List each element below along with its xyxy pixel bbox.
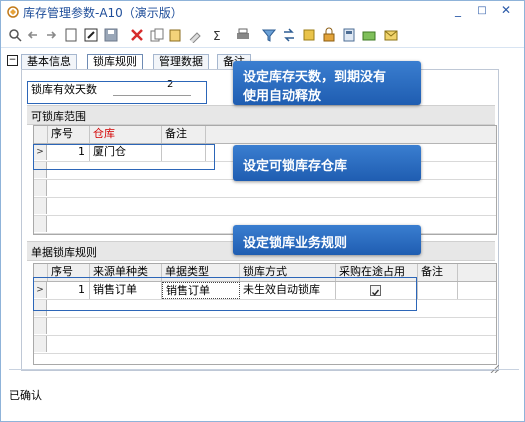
- callout-warehouse-text: 设定可锁库存仓库: [243, 159, 348, 174]
- tab-basic-info[interactable]: 基本信息: [21, 54, 77, 69]
- row-marker: [34, 216, 47, 232]
- title-bar: 库存管理参数-A10（演示版） _ □ ✕: [1, 1, 524, 23]
- range-empty-row[interactable]: [34, 198, 496, 216]
- minimize-icon[interactable]: _: [449, 3, 467, 19]
- callout-rules-text: 设定锁库业务规则: [243, 236, 348, 251]
- rule-empty-row[interactable]: [34, 336, 496, 354]
- app-icon: [7, 6, 19, 18]
- callout-lock-days: 设定库存天数，到期没有 使用自动释放: [233, 61, 421, 105]
- col-remark[interactable]: 备注: [418, 264, 458, 281]
- row-marker: [34, 336, 47, 352]
- window-title: 库存管理参数-A10（演示版）: [23, 6, 183, 20]
- rule-empty-row[interactable]: [34, 318, 496, 336]
- print-icon[interactable]: [235, 27, 251, 43]
- row-marker: [34, 198, 47, 214]
- range-grid-header: 序号 仓库 备注: [34, 126, 496, 144]
- edit-icon[interactable]: [83, 27, 99, 43]
- toolbar: Σ: [1, 23, 524, 48]
- status-divider: [9, 369, 519, 370]
- forward-icon[interactable]: [43, 27, 59, 43]
- col-no[interactable]: 序号: [48, 126, 90, 143]
- grid-corner: [34, 126, 48, 143]
- range-empty-row[interactable]: [34, 180, 496, 198]
- clear-icon[interactable]: [187, 27, 203, 43]
- row-marker: [34, 180, 47, 196]
- callout-lock-days-line2: 使用自动释放: [243, 89, 322, 104]
- callout-rules: 设定锁库业务规则: [233, 225, 421, 255]
- lock-icon[interactable]: [321, 27, 337, 43]
- rule-row-remark[interactable]: [418, 282, 458, 299]
- maximize-icon[interactable]: □: [473, 5, 491, 21]
- range-section-title: 可锁库范围: [31, 110, 86, 123]
- range-highlight: [33, 144, 215, 170]
- rule-highlight: [33, 277, 417, 311]
- close-icon[interactable]: ✕: [497, 3, 515, 19]
- sort-icon[interactable]: Σ: [211, 27, 227, 43]
- lock-days-highlight: [27, 81, 207, 104]
- row-marker: [34, 318, 47, 334]
- col-remark[interactable]: 备注: [162, 126, 206, 143]
- svg-text:Σ: Σ: [213, 29, 221, 43]
- delete-icon[interactable]: [129, 27, 145, 43]
- collapse-icon[interactable]: −: [7, 55, 18, 66]
- rule-section-title: 单据锁库规则: [31, 246, 97, 259]
- range-section-header: 可锁库范围: [27, 105, 495, 125]
- export-icon[interactable]: [301, 27, 317, 43]
- preview-icon[interactable]: [7, 27, 23, 43]
- back-icon[interactable]: [25, 27, 41, 43]
- folder-icon[interactable]: [361, 27, 377, 43]
- save-icon[interactable]: [103, 27, 119, 43]
- app-window: 库存管理参数-A10（演示版） _ □ ✕ Σ − 基本信息 锁库规则 管理数据…: [0, 0, 525, 422]
- tab-lock-rules[interactable]: 锁库规则: [87, 54, 143, 69]
- calc-icon[interactable]: [341, 27, 357, 43]
- col-warehouse[interactable]: 仓库: [90, 126, 162, 143]
- filter-icon[interactable]: [261, 27, 277, 43]
- tab-manage-data[interactable]: 管理数据: [153, 54, 209, 69]
- refresh-icon[interactable]: [281, 27, 297, 43]
- paste-icon[interactable]: [167, 27, 183, 43]
- callout-warehouse: 设定可锁库存仓库: [233, 145, 421, 181]
- new-icon[interactable]: [63, 27, 79, 43]
- copy-icon[interactable]: [149, 27, 165, 43]
- mail-icon[interactable]: [383, 27, 399, 43]
- callout-lock-days-line1: 设定库存天数，到期没有: [243, 70, 387, 85]
- status-text: 已确认: [9, 389, 42, 402]
